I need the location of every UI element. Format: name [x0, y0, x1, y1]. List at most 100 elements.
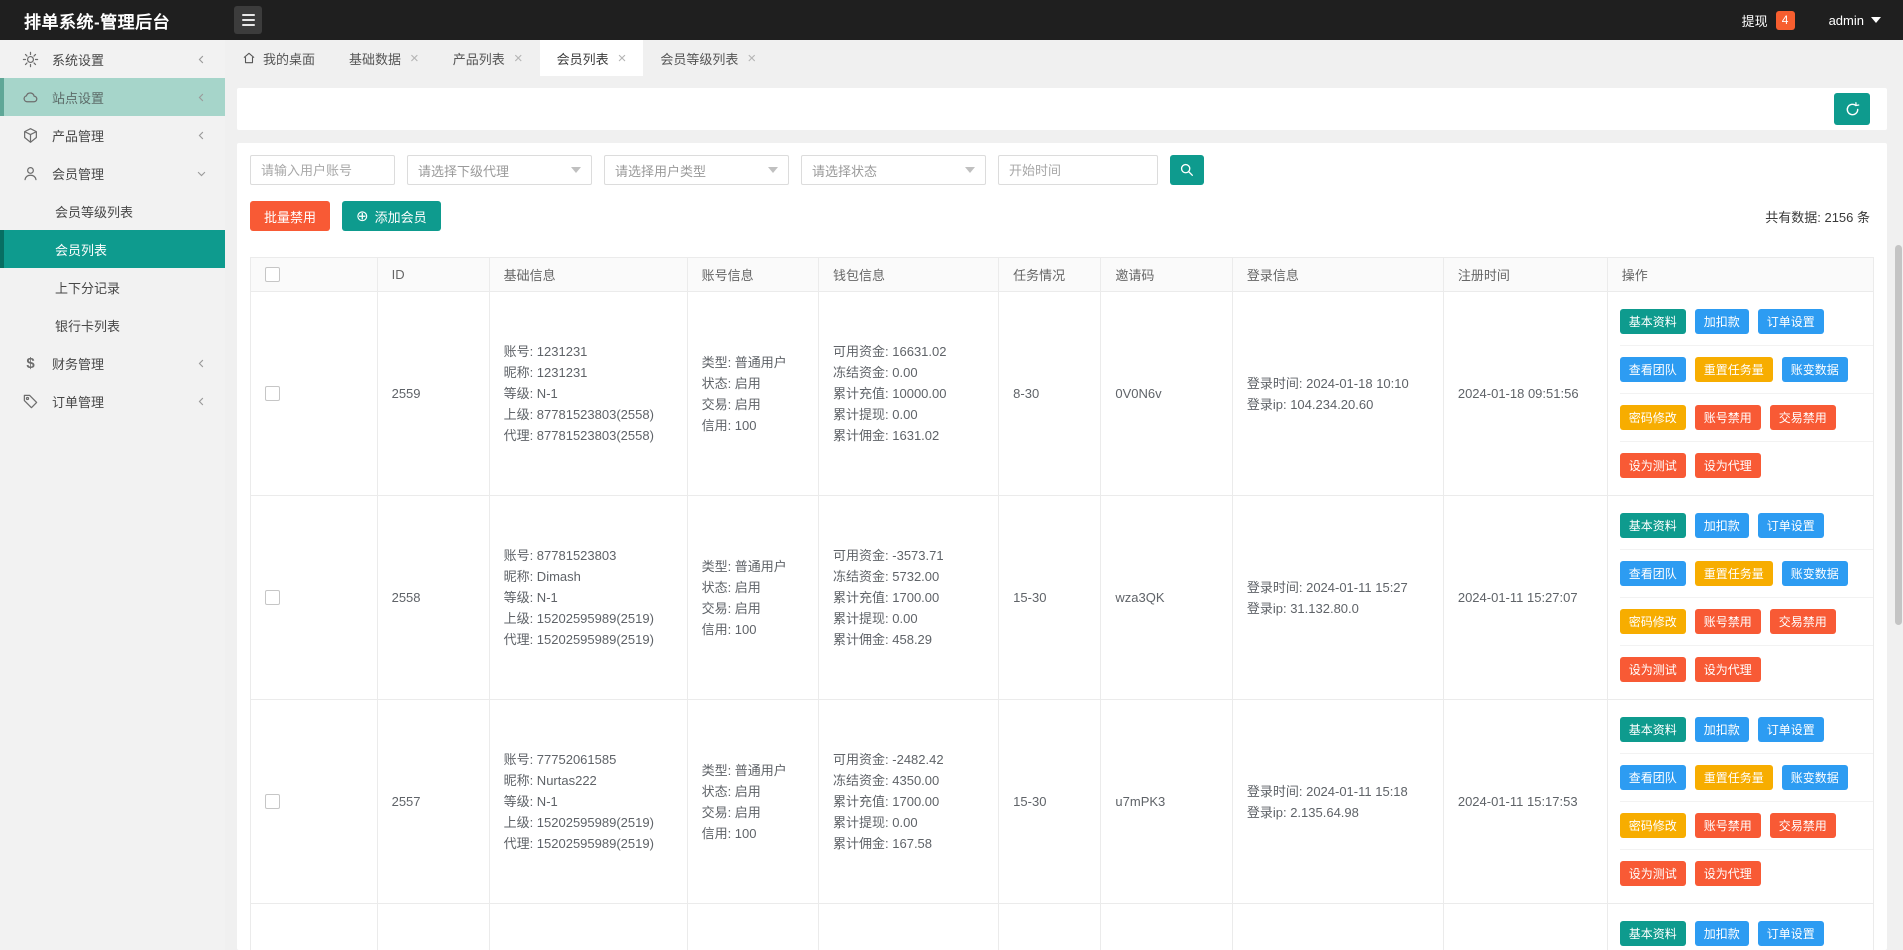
- close-icon[interactable]: ×: [514, 51, 523, 66]
- close-icon[interactable]: ×: [618, 51, 627, 66]
- basic-info-line: 等级: N-1: [503, 794, 558, 809]
- add-member-button[interactable]: ⊕ 添加会员: [342, 201, 441, 231]
- basic-info-line: 代理: 87781523803(2558): [503, 428, 654, 443]
- sidebar-subitem-label: 银行卡列表: [55, 318, 121, 334]
- disable-trade-button[interactable]: 交易禁用: [1769, 812, 1836, 838]
- cell-register-time: [1442, 903, 1608, 950]
- page-scrollbar-thumb[interactable]: [1895, 245, 1902, 625]
- status-select[interactable]: 请选择状态: [801, 155, 986, 185]
- chevron-left-icon: [196, 54, 207, 65]
- tab-desktop[interactable]: 我的桌面: [225, 40, 332, 76]
- user-menu[interactable]: admin: [1829, 13, 1881, 28]
- profile-button[interactable]: 基本资料: [1619, 716, 1686, 742]
- cell-task-status: 8-30: [998, 291, 1102, 496]
- row-checkbox[interactable]: [265, 590, 280, 605]
- close-icon[interactable]: ×: [747, 51, 756, 66]
- reset-task-button[interactable]: 重置任务量: [1694, 356, 1773, 382]
- tab-member-level-list[interactable]: 会员等级列表 ×: [643, 40, 773, 76]
- login-info-line: 登录ip: 2.135.64.98: [1246, 804, 1359, 820]
- add-deduct-button[interactable]: 加扣款: [1694, 920, 1749, 946]
- sidebar-item-site-settings[interactable]: 站点设置: [0, 78, 225, 116]
- order-settings-button[interactable]: 订单设置: [1757, 920, 1824, 946]
- op-button-line: 基本资料 加扣款 订单设置: [1619, 298, 1873, 346]
- menu-toggle-button[interactable]: [234, 6, 262, 34]
- reset-task-button[interactable]: 重置任务量: [1694, 764, 1773, 790]
- member-table: ID 基础信息 账号信息 钱包信息 任务情况 邀请码 登录信息 注册时间 操作 …: [250, 257, 1875, 950]
- member-row: 2559 账号: 1231231 昵称: 1231231 等级: N-1 上级: 877…: [250, 291, 1875, 496]
- view-team-button[interactable]: 查看团队: [1619, 356, 1686, 382]
- col-header-basic-info: 基础信息: [488, 257, 688, 292]
- batch-disable-button[interactable]: 批量禁用: [250, 201, 331, 231]
- register-time: 2024-01-11 15:27:07: [1457, 590, 1578, 605]
- search-button[interactable]: [1170, 155, 1204, 185]
- set-agent-button[interactable]: 设为代理: [1694, 657, 1761, 682]
- chevron-left-icon: [196, 92, 207, 103]
- sidebar-item-member-management[interactable]: 会员管理: [0, 154, 225, 192]
- cell-register-time: 2024-01-11 15:17:53: [1442, 699, 1608, 904]
- withdraw-link[interactable]: 提现 4: [1742, 10, 1795, 30]
- balance-log-button[interactable]: 账变数据: [1781, 560, 1848, 586]
- view-team-button[interactable]: 查看团队: [1619, 764, 1686, 790]
- set-test-button[interactable]: 设为测试: [1619, 861, 1686, 886]
- tab-product-list[interactable]: 产品列表 ×: [436, 40, 540, 76]
- add-deduct-button[interactable]: 加扣款: [1694, 512, 1749, 538]
- add-member-label: 添加会员: [374, 209, 427, 225]
- row-checkbox[interactable]: [265, 794, 280, 809]
- cell-account-info: 类型: 普通用户 状态: 启用 交易: 启用 信用: 100: [686, 699, 820, 904]
- profile-button[interactable]: 基本资料: [1619, 308, 1686, 334]
- filter-row: 请选择下级代理 请选择用户类型 请选择状态: [250, 155, 1874, 185]
- change-password-button[interactable]: 密码修改: [1619, 812, 1686, 838]
- basic-info: 账号: 1231231 昵称: 1231231 等级: N-1 上级: 8778152…: [504, 341, 687, 446]
- balance-log-button[interactable]: 账变数据: [1781, 356, 1848, 382]
- add-deduct-button[interactable]: 加扣款: [1694, 716, 1749, 742]
- account-info-line: 信用: 100: [701, 825, 757, 841]
- reset-task-button[interactable]: 重置任务量: [1694, 560, 1773, 586]
- order-settings-button[interactable]: 订单设置: [1757, 512, 1824, 538]
- sidebar-item-system-settings[interactable]: 系统设置: [0, 40, 225, 78]
- sidebar-item-order-management[interactable]: 订单管理: [0, 382, 225, 420]
- profile-button[interactable]: 基本资料: [1619, 512, 1686, 538]
- order-settings-button[interactable]: 订单设置: [1757, 716, 1824, 742]
- select-all-checkbox[interactable]: [265, 267, 280, 282]
- view-team-button[interactable]: 查看团队: [1619, 560, 1686, 586]
- user-type-select[interactable]: 请选择用户类型: [604, 155, 789, 185]
- login-info: 登录时间: 2024-01-18 10:10 登录ip: 104.234.20.6…: [1247, 373, 1443, 415]
- change-password-button[interactable]: 密码修改: [1619, 608, 1686, 634]
- refresh-button[interactable]: [1834, 93, 1870, 125]
- account-info-line: 状态: 启用: [701, 579, 761, 595]
- disable-account-button[interactable]: 账号禁用: [1694, 608, 1761, 634]
- profile-button[interactable]: 基本资料: [1619, 920, 1686, 946]
- order-settings-button[interactable]: 订单设置: [1757, 308, 1824, 334]
- account-input[interactable]: [250, 155, 395, 185]
- row-checkbox[interactable]: [265, 386, 280, 401]
- task-status: 8-30: [1013, 386, 1040, 401]
- sidebar-item-bank-card-list[interactable]: 银行卡列表: [0, 306, 225, 344]
- agent-select[interactable]: 请选择下级代理: [407, 155, 592, 185]
- disable-account-button[interactable]: 账号禁用: [1694, 812, 1761, 838]
- start-date-input[interactable]: [998, 155, 1158, 185]
- op-button-line: 查看团队 重置任务量 账变数据: [1619, 346, 1873, 394]
- sidebar-item-updown-records[interactable]: 上下分记录: [0, 268, 225, 306]
- disable-trade-button[interactable]: 交易禁用: [1769, 404, 1836, 430]
- sidebar-item-member-level-list[interactable]: 会员等级列表: [0, 192, 225, 230]
- sidebar-item-member-list[interactable]: 会员列表: [0, 230, 225, 268]
- close-icon[interactable]: ×: [410, 51, 419, 66]
- tab-basic-data[interactable]: 基础数据 ×: [332, 40, 436, 76]
- basic-info-line: 代理: 15202595989(2519): [503, 632, 654, 647]
- wallet-info-line: 累计提现: 0.00: [833, 611, 918, 626]
- cell-register-time: 2024-01-11 15:27:07: [1442, 495, 1608, 700]
- set-test-button[interactable]: 设为测试: [1619, 453, 1686, 478]
- disable-account-button[interactable]: 账号禁用: [1694, 404, 1761, 430]
- set-agent-button[interactable]: 设为代理: [1694, 861, 1761, 886]
- basic-info-line: 账号: 87781523803: [503, 548, 617, 563]
- sidebar-item-label: 订单管理: [52, 394, 105, 410]
- add-deduct-button[interactable]: 加扣款: [1694, 308, 1749, 334]
- tab-member-list[interactable]: 会员列表 ×: [539, 40, 644, 76]
- change-password-button[interactable]: 密码修改: [1619, 404, 1686, 430]
- sidebar-item-product-management[interactable]: 产品管理: [0, 116, 225, 154]
- set-agent-button[interactable]: 设为代理: [1694, 453, 1761, 478]
- balance-log-button[interactable]: 账变数据: [1781, 764, 1848, 790]
- disable-trade-button[interactable]: 交易禁用: [1769, 608, 1836, 634]
- sidebar-item-finance-management[interactable]: $ 财务管理: [0, 344, 225, 382]
- set-test-button[interactable]: 设为测试: [1619, 657, 1686, 682]
